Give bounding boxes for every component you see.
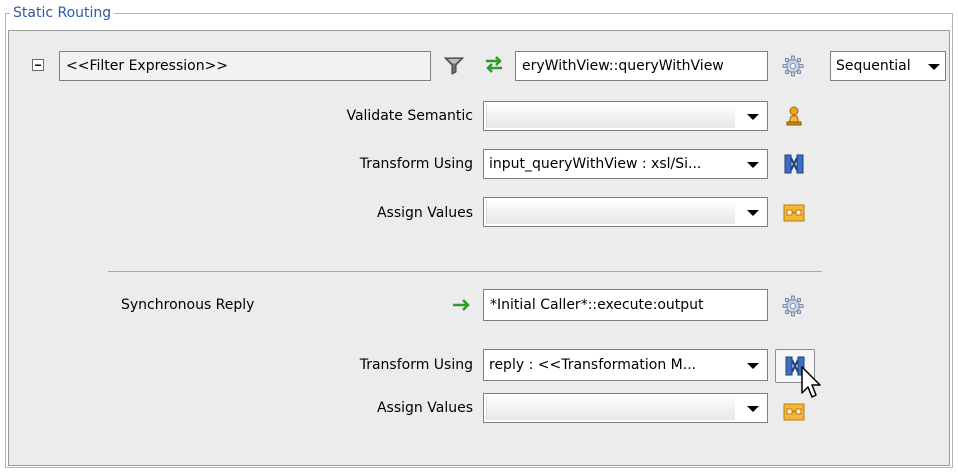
chevron-down-icon: [747, 162, 759, 168]
reply-transform-label: Transform Using: [359, 357, 473, 373]
filter-button[interactable]: [442, 53, 466, 77]
mouse-pointer: [801, 366, 825, 402]
assign-values-button[interactable]: [782, 201, 806, 225]
reply-assign-values-label: Assign Values: [376, 400, 473, 416]
reply-target-field[interactable]: *Initial Caller*::execute:output: [483, 289, 768, 321]
reply-assign-values-button[interactable]: [782, 400, 806, 424]
minus-box-icon: [32, 59, 44, 71]
validate-semantic-select[interactable]: [483, 101, 768, 131]
execution-mode-value: Sequential: [836, 58, 911, 74]
group-title: Static Routing: [10, 3, 115, 23]
right-arrow-icon: [453, 299, 470, 311]
execution-mode-select[interactable]: Sequential: [830, 51, 946, 81]
chevron-down-icon: [747, 363, 759, 369]
transform-value: input_queryWithView : xsl/Si...: [489, 156, 702, 172]
person-icon: [786, 106, 802, 126]
filter-expression-field[interactable]: <<Filter Expression>>: [59, 51, 431, 81]
reply-assign-values-select[interactable]: [483, 393, 768, 423]
target-operation-field[interactable]: eryWithView::queryWithView: [515, 51, 768, 81]
gear-icon: [782, 55, 804, 77]
validate-semantic-label: Validate Semantic: [346, 108, 473, 124]
combo-empty-field: [486, 200, 735, 224]
chevron-down-icon: [747, 114, 759, 120]
transform-mapper-icon: [784, 154, 804, 174]
validate-semantic-button[interactable]: [782, 104, 806, 128]
gear-icon: [782, 295, 804, 317]
reply-arrow: [450, 293, 474, 317]
assign-values-icon: [783, 204, 805, 222]
transform-label: Transform Using: [359, 156, 473, 172]
mouse-pointer-icon: [801, 366, 821, 398]
routing-icon: [482, 52, 506, 76]
funnel-icon: [443, 57, 465, 75]
section-divider: [108, 271, 822, 272]
select-service-button[interactable]: [781, 54, 805, 78]
combo-empty-field: [486, 104, 735, 128]
reply-transform-select[interactable]: reply : <<Transformation M...: [483, 349, 768, 381]
reply-service-button[interactable]: [781, 294, 805, 318]
collapse-toggle[interactable]: [32, 59, 44, 71]
chevron-down-icon: [928, 64, 940, 70]
reply-transform-value: reply : <<Transformation M...: [489, 357, 697, 373]
transform-select[interactable]: input_queryWithView : xsl/Si...: [483, 149, 768, 179]
swap-arrows-icon: [486, 56, 502, 73]
combo-empty-field: [486, 396, 735, 420]
assign-values-select[interactable]: [483, 197, 768, 227]
assign-values-icon: [783, 403, 805, 421]
synchronous-reply-label: Synchronous Reply: [121, 297, 255, 313]
chevron-down-icon: [747, 406, 759, 412]
assign-values-label: Assign Values: [376, 205, 473, 221]
transform-mapper-button[interactable]: [782, 152, 806, 176]
chevron-down-icon: [747, 210, 759, 216]
